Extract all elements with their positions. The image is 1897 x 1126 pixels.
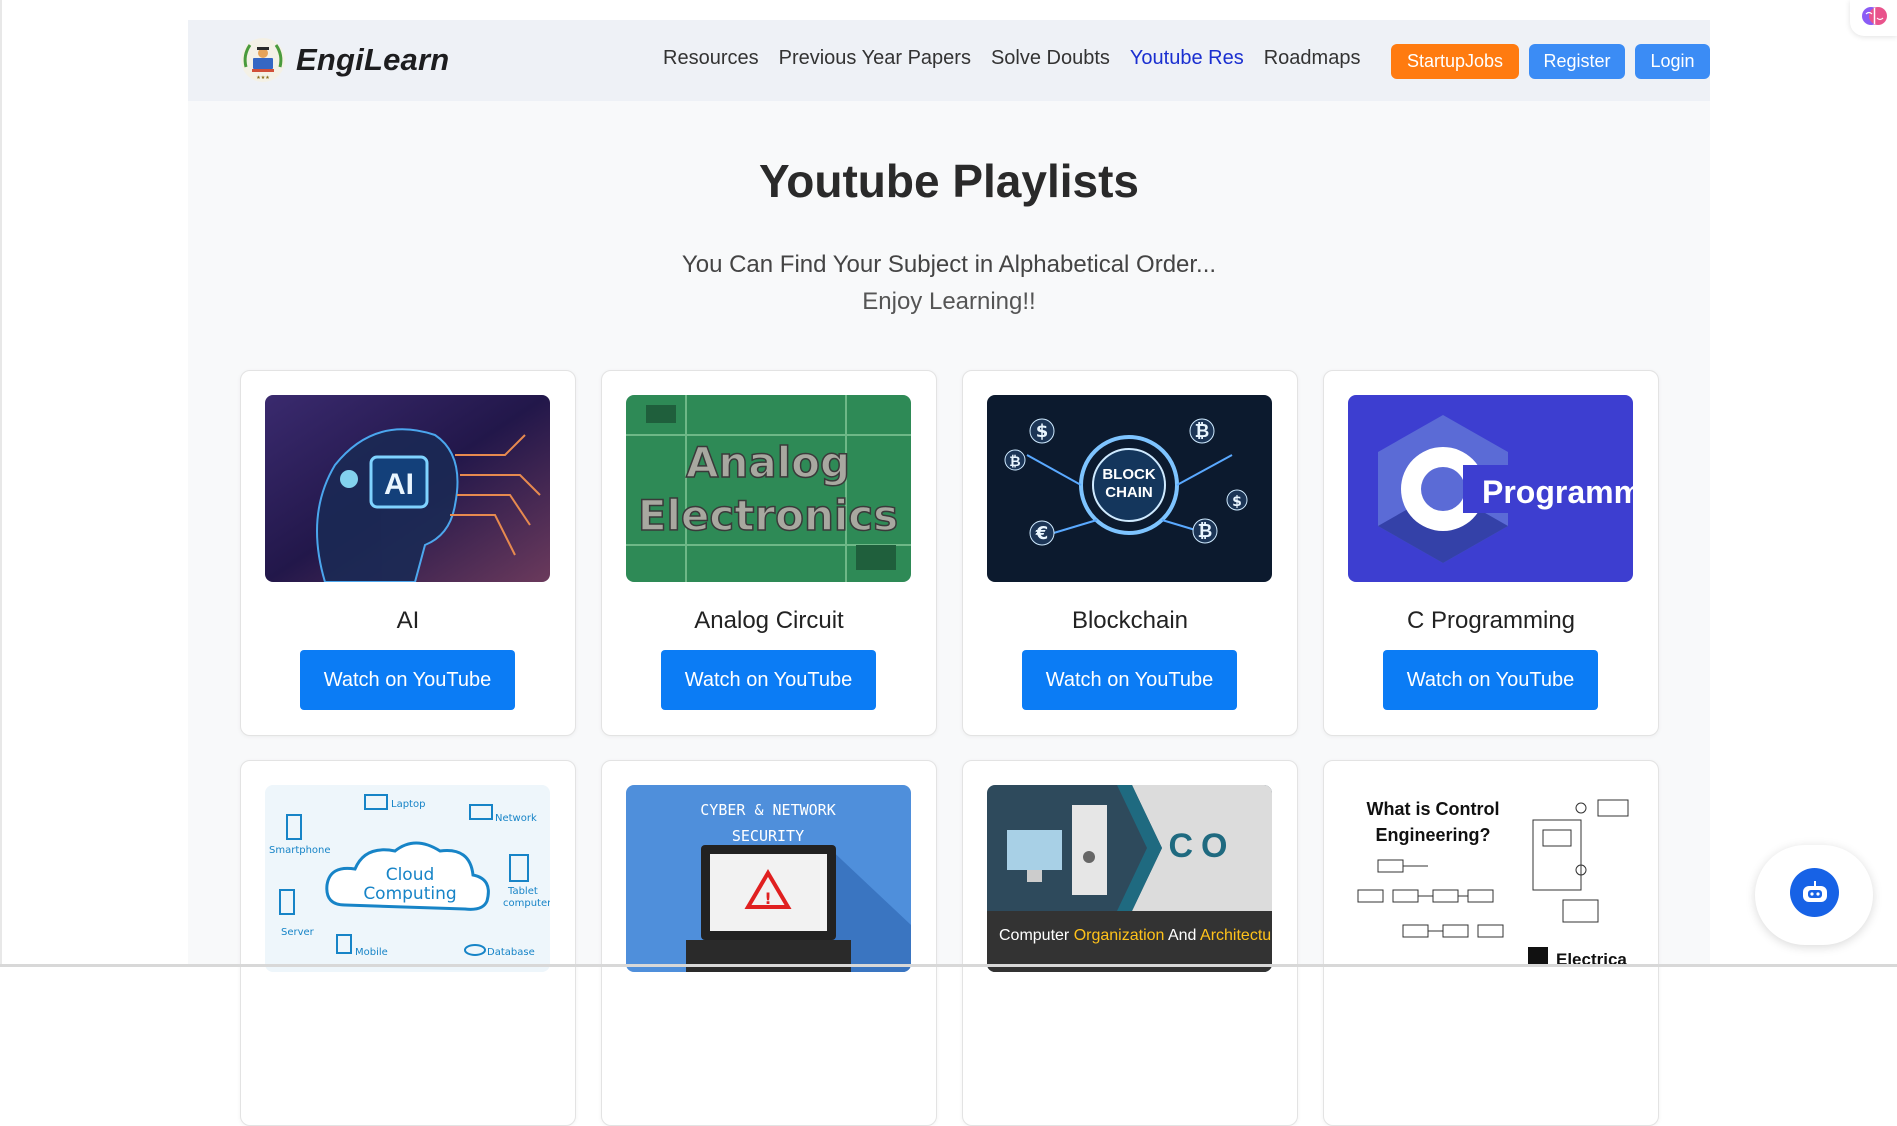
card-title: AI [396,607,420,634]
main-nav: Resources Previous Year Papers Solve Dou… [663,47,1380,70]
card-thumbnail[interactable]: AI [265,395,550,582]
thumb-cyber-line1: CYBER & NETWORK [700,801,835,819]
svg-text:!: ! [764,889,771,908]
thumb-block-line2: CHAIN [1105,484,1153,501]
playlist-card-computer-organization: CO Computer Organization And Architectur… [962,760,1298,1126]
playlist-card-control-engineering: What is Control Engineering? Electrica [1323,760,1659,1126]
thumb-block-line1: BLOCK [1102,466,1155,483]
card-thumbnail[interactable]: Programming [1348,395,1633,582]
chatbot-launcher[interactable] [1755,845,1873,945]
svg-text:Smartphone: Smartphone [269,845,331,856]
playlist-card-ai: AI AI Watch on YouTube [240,370,576,736]
navbar: ★★★ EngiLearn Resources Previous Year Pa… [188,20,1710,101]
cyber-security-image: CYBER & NETWORK SECURITY ! [626,785,911,972]
computer-organization-image: CO Computer Organization And Architectur… [987,785,1272,972]
playlist-card-cloud-computing: Cloud Computing Laptop Network Smartphon… [240,760,576,1126]
left-border [0,0,2,967]
svg-text:₿: ₿ [1009,454,1020,470]
extension-tab[interactable] [1850,0,1897,36]
svg-text:Computer Organization And Arch: Computer Organization And Architecture [999,927,1272,944]
login-button[interactable]: Login [1635,44,1710,79]
svg-text:Network: Network [495,813,537,824]
card-thumbnail[interactable]: Analog Electronics [626,395,911,582]
brand-logo-link[interactable]: ★★★ EngiLearn [240,37,449,83]
svg-text:€: € [1035,523,1049,544]
card-thumbnail[interactable]: What is Control Engineering? Electrica [1348,785,1633,972]
thumb-ai-text: AI [384,468,414,501]
card-title: C Programming [1406,607,1576,634]
c-programming-image: Programming [1348,395,1633,582]
svg-text:Tablet: Tablet [507,886,538,897]
nav-solve-doubts[interactable]: Solve Doubts [991,47,1110,70]
playlist-card-c-programming: Programming C Programming Watch on YouTu… [1323,370,1659,736]
thumb-control-line2: Engineering? [1375,825,1490,845]
chatbot-button[interactable] [1790,868,1839,917]
playlist-card-cyber-security: CYBER & NETWORK SECURITY ! [601,760,937,1126]
card-title: Analog Circuit [694,607,844,634]
thumb-co-big: CO [1169,827,1236,865]
svg-text:Database: Database [487,947,535,958]
svg-text:Mobile: Mobile [355,947,388,958]
watch-on-youtube-button[interactable]: Watch on YouTube [661,650,876,710]
analog-electronics-image: Analog Electronics [626,395,911,582]
nav-previous-year-papers[interactable]: Previous Year Papers [779,47,971,70]
svg-text:Laptop: Laptop [391,799,425,810]
thumb-analog-line2: Electronics [638,491,898,540]
subtitle-line-2: Enjoy Learning!! [862,288,1036,315]
watch-on-youtube-button[interactable]: Watch on YouTube [300,650,515,710]
watch-on-youtube-button[interactable]: Watch on YouTube [1022,650,1237,710]
chatbot-icon [1802,880,1827,902]
thumb-cloud-line2: Computing [363,884,456,904]
card-title: Blockchain [1071,607,1189,634]
playlist-card-blockchain: $ ₿ ₿ € $ ₿ BLOCK CHAIN Blockchain Watch… [962,370,1298,736]
brain-extension-icon [1862,7,1887,25]
svg-text:computer: computer [503,898,550,909]
svg-text:★★★: ★★★ [256,75,270,81]
page-subtitle: You Can Find Your Subject in Alphabetica… [188,246,1710,320]
brand-name: EngiLearn [296,42,450,77]
register-button[interactable]: Register [1529,44,1625,79]
svg-text:Server: Server [281,927,315,938]
playlist-card-analog-circuit: Analog Electronics Analog Circuit Watch … [601,370,937,736]
control-engineering-image: What is Control Engineering? Electrica [1348,785,1633,972]
blockchain-image: $ ₿ ₿ € $ ₿ BLOCK CHAIN [987,395,1272,582]
svg-text:₿: ₿ [1195,421,1210,442]
svg-text:$: $ [1036,421,1049,442]
thumb-cyber-line2: SECURITY [732,827,804,845]
engilearn-logo-icon: ★★★ [241,38,285,82]
nav-youtube-res[interactable]: Youtube Res [1130,47,1244,70]
card-thumbnail[interactable]: CO Computer Organization And Architectur… [987,785,1272,972]
card-thumbnail[interactable]: CYBER & NETWORK SECURITY ! [626,785,911,972]
svg-text:$: $ [1232,494,1242,510]
nav-resources[interactable]: Resources [663,47,759,70]
nav-roadmaps[interactable]: Roadmaps [1264,47,1361,70]
subtitle-line-1: You Can Find Your Subject in Alphabetica… [681,251,1217,278]
card-thumbnail[interactable]: Cloud Computing Laptop Network Smartphon… [265,785,550,972]
thumb-control-line1: What is Control [1367,799,1500,819]
page-container: ★★★ EngiLearn Resources Previous Year Pa… [188,20,1710,1126]
startupjobs-button[interactable]: StartupJobs [1391,44,1519,79]
card-thumbnail[interactable]: $ ₿ ₿ € $ ₿ BLOCK CHAIN [987,395,1272,582]
thumb-cprog-text: Programming [1482,474,1633,510]
ai-head-image: AI [265,395,550,582]
watch-on-youtube-button[interactable]: Watch on YouTube [1383,650,1598,710]
cloud-computing-image: Cloud Computing Laptop Network Smartphon… [265,785,550,972]
thumb-cloud-line1: Cloud [386,865,435,885]
page-title: Youtube Playlists [758,155,1140,207]
thumb-analog-line1: Analog [686,438,850,487]
svg-text:₿: ₿ [1198,521,1213,542]
